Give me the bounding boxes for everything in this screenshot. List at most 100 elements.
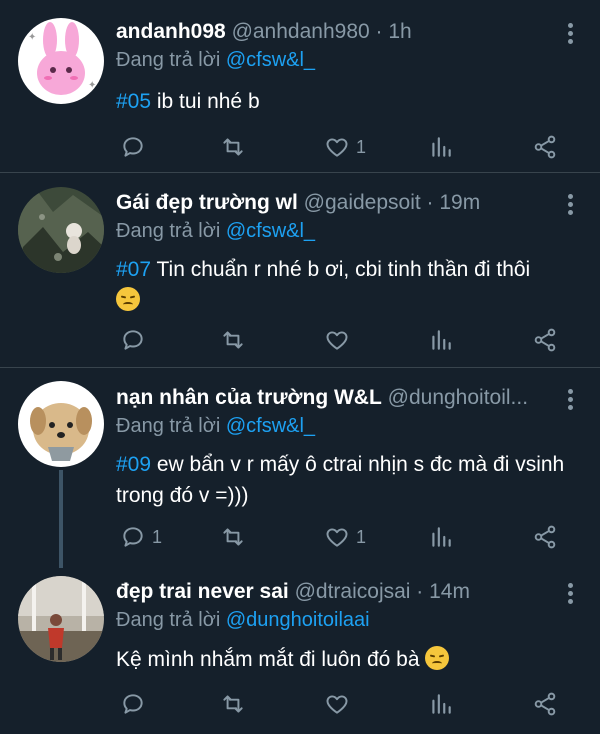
display-name[interactable]: andanh098 xyxy=(116,20,226,43)
reply-count: 1 xyxy=(152,526,163,547)
reply-handle-link[interactable]: @cfsw&l_ xyxy=(226,49,315,71)
avatar[interactable] xyxy=(18,576,104,662)
like-button[interactable]: 1 xyxy=(324,131,366,163)
tweet-text: #09 ew bẩn v r mấy ô ctrai nhịn s đc mà … xyxy=(116,449,580,511)
like-button[interactable] xyxy=(324,324,356,356)
more-options-icon[interactable] xyxy=(562,386,578,414)
handle-and-time: @dunghoitoil... xyxy=(387,386,529,409)
tweet-text-content: ew bẩn v r mấy ô ctrai nhịn s đc mà đi v… xyxy=(116,453,565,507)
tweet-header: nạn nhân của trường W&L @dunghoitoil... xyxy=(116,384,556,412)
retweet-button[interactable] xyxy=(220,521,246,553)
pensive-face-emoji xyxy=(425,646,450,670)
tweet[interactable]: Gái đẹp trường wl @gaidepsoit · 19m Đang… xyxy=(0,173,600,367)
reply-handle-link[interactable]: @cfsw&l_ xyxy=(226,220,315,242)
retweet-icon xyxy=(223,138,243,156)
display-name[interactable]: nạn nhân của trường W&L xyxy=(116,386,382,409)
heart-icon xyxy=(326,138,348,157)
replying-label: Đang trả lời xyxy=(116,49,221,71)
replying-to: Đang trả lời @cfsw&l_ xyxy=(116,217,315,245)
retweet-icon xyxy=(223,331,243,349)
display-name[interactable]: Gái đẹp trường wl xyxy=(116,191,298,214)
retweet-button[interactable] xyxy=(220,131,246,163)
analytics-icon xyxy=(432,694,451,714)
share-icon xyxy=(534,692,556,716)
share-button[interactable] xyxy=(532,688,558,720)
retweet-icon xyxy=(223,528,243,546)
share-icon xyxy=(534,328,556,352)
tweet-actions xyxy=(116,324,576,356)
heart-icon xyxy=(326,695,348,714)
reply-icon xyxy=(123,527,143,547)
reply-icon xyxy=(123,137,143,157)
handle-and-time: @anhdanh980 · 1h xyxy=(231,20,412,43)
analytics-icon xyxy=(432,137,451,157)
tweet[interactable]: nạn nhân của trường W&L @dunghoitoil... … xyxy=(0,368,600,568)
share-icon xyxy=(534,525,556,549)
analytics-icon xyxy=(432,527,451,547)
share-button[interactable] xyxy=(532,521,558,553)
analytics-button[interactable] xyxy=(428,688,454,720)
analytics-button[interactable] xyxy=(428,324,454,356)
tweet[interactable]: ✦ ✦ andanh098 @anhdanh980 · 1h Đang trả … xyxy=(0,0,600,172)
handle-and-time: @gaidepsoit · 19m xyxy=(303,191,481,214)
reply-button[interactable] xyxy=(120,131,152,163)
share-button[interactable] xyxy=(532,131,558,163)
replying-to: Đang trả lời @cfsw&l_ xyxy=(116,412,315,440)
share-button[interactable] xyxy=(532,324,558,356)
replying-to: Đang trả lời @cfsw&l_ xyxy=(116,46,315,74)
disappointed-face-emoji xyxy=(116,287,140,311)
tweet-actions: 1 1 xyxy=(116,521,576,553)
more-options-icon[interactable] xyxy=(562,580,578,608)
tweet-actions: 1 xyxy=(116,131,576,163)
tweet-header: andanh098 @anhdanh980 · 1h xyxy=(116,18,556,46)
reply-button[interactable] xyxy=(120,324,152,356)
replying-to: Đang trả lời @dunghoitoilaai xyxy=(116,606,370,634)
like-count: 1 xyxy=(356,136,367,157)
analytics-icon xyxy=(432,330,451,350)
avatar[interactable] xyxy=(18,381,104,467)
hashtag-link[interactable]: #09 xyxy=(116,453,151,476)
analytics-button[interactable] xyxy=(428,521,454,553)
heart-icon xyxy=(326,331,348,350)
tweet-text-content: Kệ mình nhắm mắt đi luôn đó bà xyxy=(116,648,426,671)
retweet-button[interactable] xyxy=(220,324,246,356)
tweet-text: #07 Tin chuẩn r nhé b ơi, cbi tinh thần … xyxy=(116,254,580,316)
tweet-text-content: Tin chuẩn r nhé b ơi, cbi tinh thần đi t… xyxy=(151,258,531,281)
avatar[interactable] xyxy=(18,187,104,273)
analytics-button[interactable] xyxy=(428,131,454,163)
tweet[interactable]: đẹp trai never sai @dtraicojsai · 14m Đa… xyxy=(0,558,600,734)
handle-and-time: @dtraicojsai · 14m xyxy=(294,580,470,603)
reply-handle-link[interactable]: @dunghoitoilaai xyxy=(226,609,370,631)
display-name[interactable]: đẹp trai never sai xyxy=(116,580,289,603)
tweet-text: #05 ib tui nhé b xyxy=(116,86,580,117)
reply-handle-link[interactable]: @cfsw&l_ xyxy=(226,415,315,437)
hashtag-link[interactable]: #05 xyxy=(116,90,151,113)
like-button[interactable]: 1 xyxy=(324,521,366,553)
hashtag-link[interactable]: #07 xyxy=(116,258,151,281)
more-options-icon[interactable] xyxy=(562,20,578,48)
replying-label: Đang trả lời xyxy=(116,415,221,437)
tweet-actions xyxy=(116,688,576,720)
replying-label: Đang trả lời xyxy=(116,220,221,242)
reply-button[interactable] xyxy=(120,688,152,720)
reply-icon xyxy=(123,694,143,714)
reply-icon xyxy=(123,330,143,350)
tweet-feed: ✦ ✦ andanh098 @anhdanh980 · 1h Đang trả … xyxy=(0,0,600,734)
reply-button[interactable]: 1 xyxy=(120,521,162,553)
tweet-header: đẹp trai never sai @dtraicojsai · 14m xyxy=(116,578,556,606)
share-icon xyxy=(534,135,556,159)
tweet-header: Gái đẹp trường wl @gaidepsoit · 19m xyxy=(116,189,556,217)
heart-icon xyxy=(326,528,348,547)
tweet-text: Kệ mình nhắm mắt đi luôn đó bà xyxy=(116,644,580,675)
avatar[interactable]: ✦ ✦ xyxy=(18,18,104,104)
svg-text:✦: ✦ xyxy=(28,32,36,43)
replying-label: Đang trả lời xyxy=(116,609,221,631)
thread-line xyxy=(59,470,63,568)
retweet-icon xyxy=(223,695,243,713)
tweet-text-content: ib tui nhé b xyxy=(151,90,260,113)
retweet-button[interactable] xyxy=(220,688,246,720)
like-button[interactable] xyxy=(324,688,356,720)
svg-text:✦: ✦ xyxy=(88,80,96,91)
like-count: 1 xyxy=(356,526,367,547)
more-options-icon[interactable] xyxy=(562,191,578,219)
